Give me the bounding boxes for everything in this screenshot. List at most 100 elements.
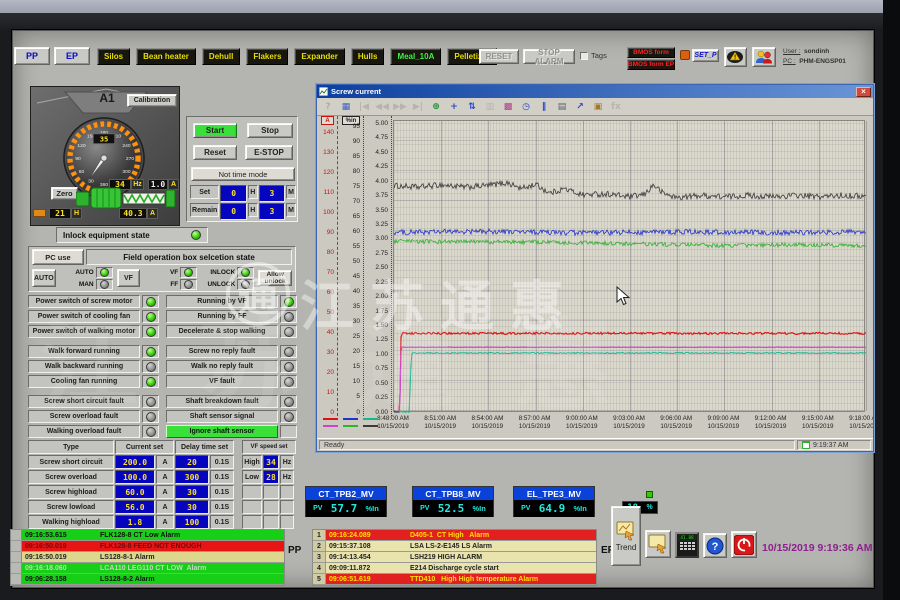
- settings-current-unit: A: [156, 515, 174, 529]
- chart-config-icon[interactable]: ▩: [500, 100, 516, 114]
- fx-icon: fx: [608, 100, 624, 114]
- status-led: [146, 397, 156, 407]
- settings-header-delay: Delay time set: [175, 440, 234, 454]
- nav-button-silos[interactable]: Silos: [97, 48, 130, 65]
- alarm-index: 4: [313, 563, 326, 573]
- field-auto-button[interactable]: AUTO: [32, 269, 56, 287]
- set-p-button[interactable]: SET_P: [692, 49, 719, 62]
- help-button[interactable]: ?: [703, 533, 727, 558]
- set-label: Set: [190, 185, 219, 199]
- settings-delay-value[interactable]: 20: [175, 455, 209, 469]
- alarm-row[interactable]: 09:06:28.158LS128-8-2 Alarm: [11, 574, 284, 585]
- ignore-shaft-sensor-button[interactable]: Ignore shaft sensor: [166, 425, 278, 438]
- pan-icon[interactable]: +: [446, 100, 462, 114]
- status-label: Walk no reply fault: [166, 360, 278, 373]
- time-range-icon[interactable]: ◷: [518, 100, 534, 114]
- legend-swatch-screw-current-black: [363, 425, 378, 427]
- vf-speed-value: [263, 485, 279, 499]
- alarm-row[interactable]: 09:16:50.019FLK128-8 FEED NOT ENOUGH: [11, 541, 284, 552]
- estop-button[interactable]: E-STOP: [245, 145, 293, 160]
- chart-clock-icon: [802, 441, 810, 449]
- settings-current-value[interactable]: 1.8: [115, 515, 155, 529]
- status-led-cell-empty: [280, 425, 297, 438]
- start-button[interactable]: Start: [193, 123, 237, 138]
- settings-delay-value[interactable]: 30: [175, 500, 209, 514]
- field-led-man: [100, 280, 109, 289]
- pp-page-button[interactable]: PP: [14, 47, 50, 65]
- alarm-row[interactable]: 09:16:18.060LCA110 LEG110 CT LOW Alarm: [11, 563, 284, 574]
- bmos-form-ep-button[interactable]: BMOS form EP: [627, 59, 675, 70]
- power-exit-button[interactable]: [731, 531, 757, 558]
- ep-page-button[interactable]: EP: [54, 47, 90, 65]
- set-minutes[interactable]: 3: [259, 185, 285, 202]
- axis-tick: 4.00: [366, 178, 391, 185]
- screen-nav-button[interactable]: [645, 530, 671, 558]
- set-hours[interactable]: 0: [220, 185, 246, 202]
- alarm-row[interactable]: 309:14:13.454LSH219 HIGH ALARM: [313, 552, 596, 563]
- alarm-row[interactable]: 209:15:37.108LSA LS-2-E145 LS Alarm: [313, 541, 596, 552]
- nav-button-row: Silos Bean heater Dehull Flakers Expander Hul…: [97, 48, 497, 65]
- status-led-cell: [280, 345, 297, 358]
- users-button[interactable]: [752, 47, 776, 67]
- calendar-icon[interactable]: ▦: [338, 100, 354, 114]
- settings-delay-value[interactable]: 100: [175, 515, 209, 529]
- alarm-ack-button[interactable]: [724, 47, 747, 67]
- tags-label: Tags: [591, 51, 607, 60]
- trend-screen-hand-icon: [616, 521, 636, 541]
- vf-speed-value[interactable]: 34: [263, 455, 279, 469]
- legend-swatch-ct-tpb8-blue: [343, 418, 358, 420]
- status-row: VF fault: [166, 375, 297, 388]
- calculator-button[interactable]: 41.88: [675, 532, 699, 558]
- nav-button-bean-heater[interactable]: Bean heater: [136, 48, 196, 65]
- cursors-icon[interactable]: ⇅: [464, 100, 480, 114]
- pause-icon[interactable]: ‖: [536, 100, 552, 114]
- field-led-label: VF: [144, 269, 178, 276]
- alarm-row[interactable]: 109:16:24.089D405-1 CT High Alarm: [313, 530, 596, 541]
- reset-run-button[interactable]: Reset: [193, 145, 237, 160]
- settings-current-value[interactable]: 60.0: [115, 485, 155, 499]
- axis-tick: 2.25: [366, 279, 391, 286]
- zoom-icon[interactable]: ⊕: [428, 100, 444, 114]
- calibration-button[interactable]: Calibration: [127, 94, 177, 107]
- settings-delay-unit: 0.1S: [210, 485, 234, 499]
- pv-unit: %In: [366, 504, 379, 513]
- nav-button-flakers[interactable]: Flakers: [246, 48, 288, 65]
- nav-button-expander[interactable]: Expander: [294, 48, 344, 65]
- stop-button[interactable]: Stop: [247, 123, 293, 138]
- close-icon[interactable]: ×: [856, 87, 871, 97]
- trend-button[interactable]: Trend: [611, 506, 641, 566]
- field-vf-button[interactable]: VF: [117, 269, 141, 287]
- settings-delay-value[interactable]: 30: [175, 485, 209, 499]
- settings-current-value[interactable]: 100.0: [115, 470, 155, 484]
- open-icon[interactable]: ▣: [590, 100, 606, 114]
- alarm-row[interactable]: 509:06:51.619TTD410 High High temperatur…: [313, 574, 596, 585]
- print-icon[interactable]: ▤: [554, 100, 570, 114]
- nav-button-dehull[interactable]: Dehull: [202, 48, 240, 65]
- status-row: Shaft breakdown fault: [166, 395, 297, 408]
- status-led: [284, 377, 294, 387]
- stop-alarm-button[interactable]: STOP ALARM: [523, 49, 575, 64]
- tags-checkbox[interactable]: [580, 52, 588, 60]
- series-el-tpe3-green: [394, 239, 866, 247]
- trend-plot-area[interactable]: [393, 120, 865, 412]
- nav-button-hulls[interactable]: Hulls: [351, 48, 385, 65]
- axis-tick: 45: [340, 273, 363, 280]
- alarm-row[interactable]: 409:09:11.872E214 Discharge cycle start: [313, 563, 596, 574]
- pp-tag-label: PP: [288, 545, 301, 556]
- chart-window-titlebar[interactable]: Screw current ×: [317, 85, 873, 98]
- x-tick-label: 9:06:00 AM10/15/2019: [660, 415, 692, 431]
- alarm-row[interactable]: 09:16:53.615FLK128-8 CT Low Alarm: [11, 530, 284, 541]
- bmos-form-button[interactable]: BMOS form: [627, 47, 675, 58]
- settings-delay-value[interactable]: 300: [175, 470, 209, 484]
- zero-button[interactable]: Zero: [51, 187, 78, 200]
- nav-button-meal-10a[interactable]: Meal_10A: [390, 48, 441, 65]
- settings-current-value[interactable]: 200.0: [115, 455, 155, 469]
- export-icon[interactable]: ↗: [572, 100, 588, 114]
- vf-speed-value[interactable]: 28: [263, 470, 279, 484]
- alarm-row[interactable]: 09:16:50.019LS128-8-1 Alarm: [11, 552, 284, 563]
- vf-speed-row: High34Hz: [242, 455, 296, 469]
- settings-current-value[interactable]: 56.0: [115, 500, 155, 514]
- reset-button[interactable]: RESET: [479, 49, 519, 64]
- axis-tick: 100: [319, 209, 337, 216]
- pc-use-button[interactable]: PC use: [32, 249, 84, 265]
